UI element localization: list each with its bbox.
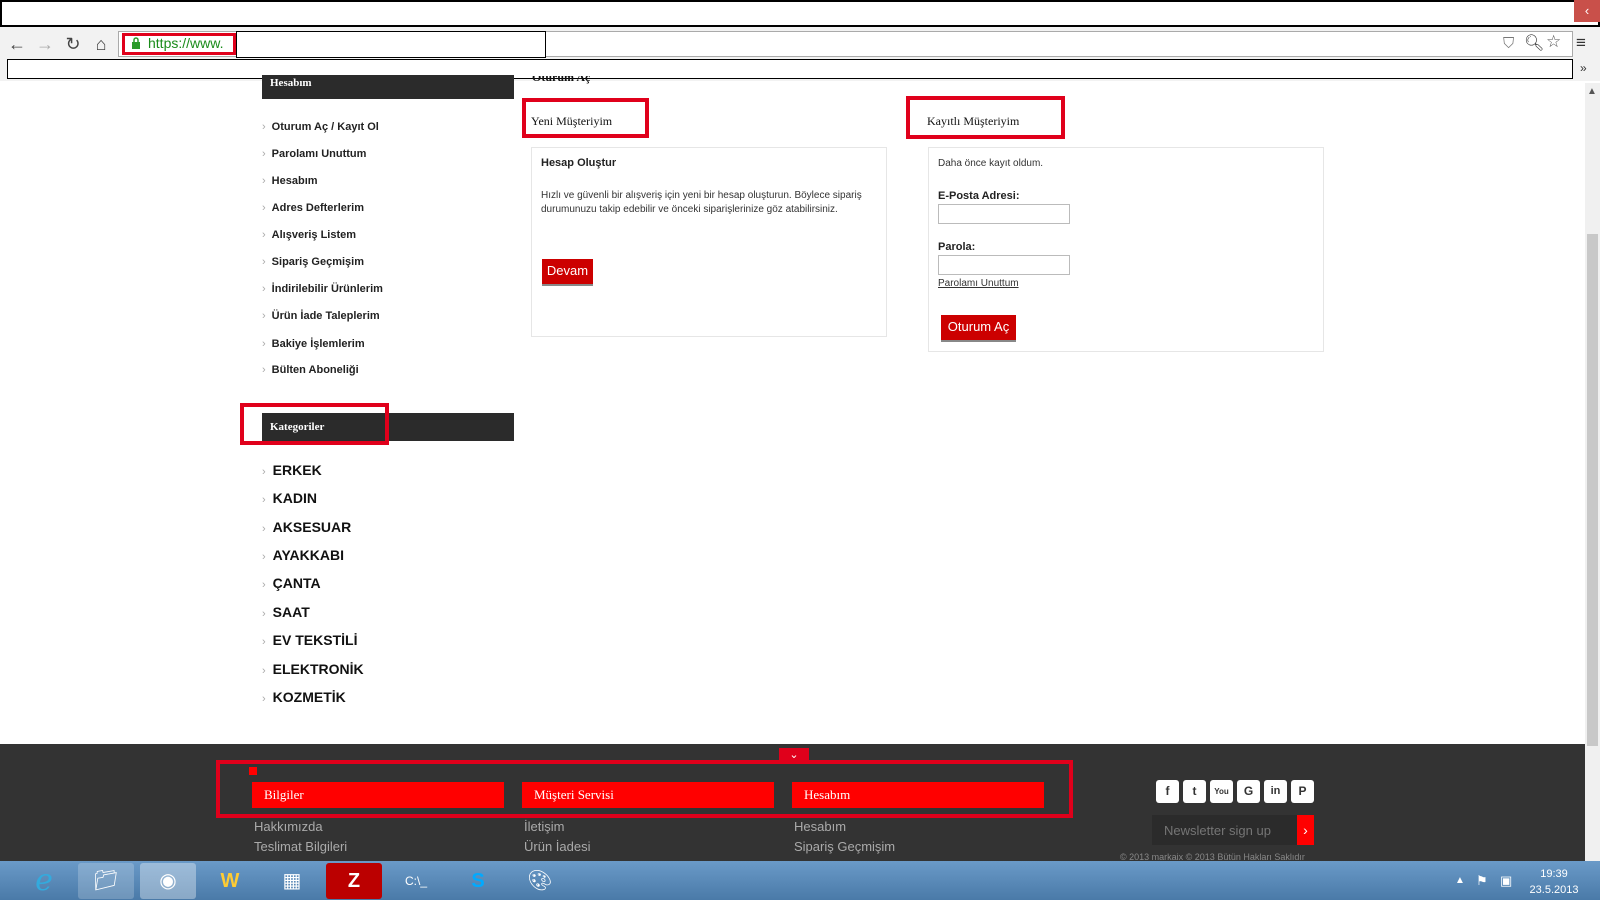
sidebar-item-address-book[interactable]: Adres Defterlerim (262, 202, 364, 214)
create-account-heading: Hesap Oluştur (541, 157, 617, 169)
category-item-saat[interactable]: SAAT (262, 604, 310, 620)
password-field[interactable] (938, 255, 1070, 275)
wow-icon[interactable]: W (202, 863, 258, 899)
sidebar-item-newsletter[interactable]: Bülten Aboneliği (262, 364, 359, 376)
page-title-text: Oturum Aç (532, 76, 591, 84)
email-field[interactable] (938, 204, 1070, 224)
action-center-flag-icon[interactable]: ⚑ (1476, 873, 1488, 889)
sidebar-item-forgot-password[interactable]: Parolamı Unuttum (262, 148, 367, 160)
reload-icon[interactable]: ↻ (62, 33, 84, 55)
footer-link-contact[interactable]: İletişim (524, 819, 564, 834)
category-item-ev-tekstili[interactable]: EV TEKSTİLİ (262, 632, 358, 648)
file-explorer-icon[interactable]: 📁︎ (78, 863, 134, 899)
sidebar-item-wishlist[interactable]: Alışveriş Listem (262, 229, 356, 241)
footer-link-account[interactable]: Hesabım (794, 819, 846, 834)
new-customer-panel (531, 147, 887, 337)
url-redaction (236, 31, 546, 58)
password-label: Parola: (938, 241, 976, 253)
copyright-text: © 2013 markaix © 2013 Bütün Hakları Sakl… (1120, 853, 1305, 861)
forward-icon[interactable]: → (34, 33, 56, 55)
linkedin-icon[interactable]: in (1264, 780, 1287, 803)
categories-highlight-box (240, 403, 389, 445)
account-header-label: Hesabım (270, 77, 312, 89)
tray-expand-icon[interactable]: ▲ (1455, 875, 1465, 886)
filezilla-icon[interactable]: Z (326, 863, 382, 899)
sidebar-item-login[interactable]: Oturum Aç / Kayıt Ol (262, 121, 379, 133)
footer-link-about[interactable]: Hakkımızda (254, 819, 323, 834)
back-icon[interactable]: ← (6, 33, 28, 55)
category-item-aksesuar[interactable]: AKSESUAR (262, 519, 352, 535)
network-app-icon[interactable]: ▦ (264, 863, 320, 899)
category-item-kozmetik[interactable]: KOZMETİK (262, 689, 346, 705)
footer-marker (249, 767, 257, 775)
footer-link-order-history[interactable]: Sipariş Geçmişim (794, 839, 895, 854)
facebook-icon[interactable]: f (1156, 780, 1179, 803)
category-item-kadin[interactable]: KADIN (262, 490, 317, 506)
footer-link-returns[interactable]: Ürün İadesi (524, 839, 590, 854)
star-icon[interactable]: ☆ (1546, 32, 1561, 52)
category-item-elektronik[interactable]: ELEKTRONİK (262, 661, 364, 677)
window-titlebar (0, 0, 1600, 27)
category-item-erkek[interactable]: ERKEK (262, 462, 322, 478)
menu-icon[interactable]: ≡ (1576, 33, 1586, 53)
continue-button[interactable]: Devam (542, 259, 593, 284)
email-label: E-Posta Adresi: (938, 190, 1020, 202)
category-item-ayakkabi[interactable]: AYAKKABI (262, 547, 344, 563)
network-icon[interactable]: ▣ (1500, 873, 1512, 889)
returning-customer-title: Kayıtlı Müşteriyim (927, 114, 1020, 128)
pinterest-icon[interactable]: P (1291, 780, 1314, 803)
login-button[interactable]: Oturum Aç (941, 315, 1016, 340)
sidebar-item-downloads[interactable]: İndirilebilir Ürünlerim (262, 283, 383, 295)
bookmarks-redaction (7, 59, 1573, 79)
skype-icon[interactable]: S (450, 863, 506, 899)
url-highlight-box (122, 33, 236, 55)
google-icon[interactable]: G (1237, 780, 1260, 803)
clock-time[interactable]: 19:39 (1530, 868, 1578, 880)
create-account-text: Hızlı ve güvenli bir alışveriş için yeni… (541, 190, 862, 215)
registered-intro-text: Daha önce kayıt oldum. (938, 158, 1044, 169)
sidebar-item-account[interactable]: Hesabım (262, 175, 318, 187)
new-customer-title: Yeni Müşteriyim (531, 114, 613, 128)
shield-icon[interactable]: ⛉ (1503, 35, 1514, 52)
twitter-icon[interactable]: t (1183, 780, 1206, 803)
forgot-password-link[interactable]: Parolamı Unuttum (938, 278, 1019, 289)
footer-header-customer-service: Müşteri Servisi (522, 782, 774, 808)
account-sidebar-header: Hesabım (262, 75, 514, 99)
paint-icon[interactable]: 🎨︎ (512, 863, 568, 899)
command-prompt-icon[interactable]: C:\_ (388, 863, 444, 899)
page-title: Oturum Aç (532, 76, 590, 84)
bookmarks-more-button[interactable]: » (1580, 61, 1587, 75)
youtube-icon[interactable]: You (1210, 780, 1233, 803)
chrome-icon[interactable]: ◉ (140, 863, 196, 899)
scroll-up-icon[interactable]: ▲ (1587, 86, 1597, 97)
footer-header-account: Hesabım (792, 782, 1044, 808)
sidebar-item-returns[interactable]: Ürün İade Taleplerim (262, 310, 380, 322)
scrollbar-thumb[interactable] (1587, 234, 1598, 746)
home-icon[interactable]: ⌂ (90, 33, 112, 55)
zoom-icon[interactable]: 🔍︎ (1524, 33, 1544, 53)
sidebar-item-balance[interactable]: Bakiye İşlemlerim (262, 338, 365, 350)
newsletter-input[interactable] (1152, 815, 1297, 845)
footer-link-delivery[interactable]: Teslimat Bilgileri (254, 839, 347, 854)
newsletter-submit-arrow-icon[interactable]: › (1297, 815, 1314, 845)
internet-explorer-icon[interactable]: e (16, 863, 72, 899)
sidebar-item-order-history[interactable]: Sipariş Geçmişim (262, 256, 364, 268)
category-item-canta[interactable]: ÇANTA (262, 575, 321, 591)
clock-date[interactable]: 23.5.2013 (1526, 884, 1582, 896)
footer-header-info: Bilgiler (252, 782, 504, 808)
window-close-button[interactable]: ‹ (1574, 0, 1600, 22)
